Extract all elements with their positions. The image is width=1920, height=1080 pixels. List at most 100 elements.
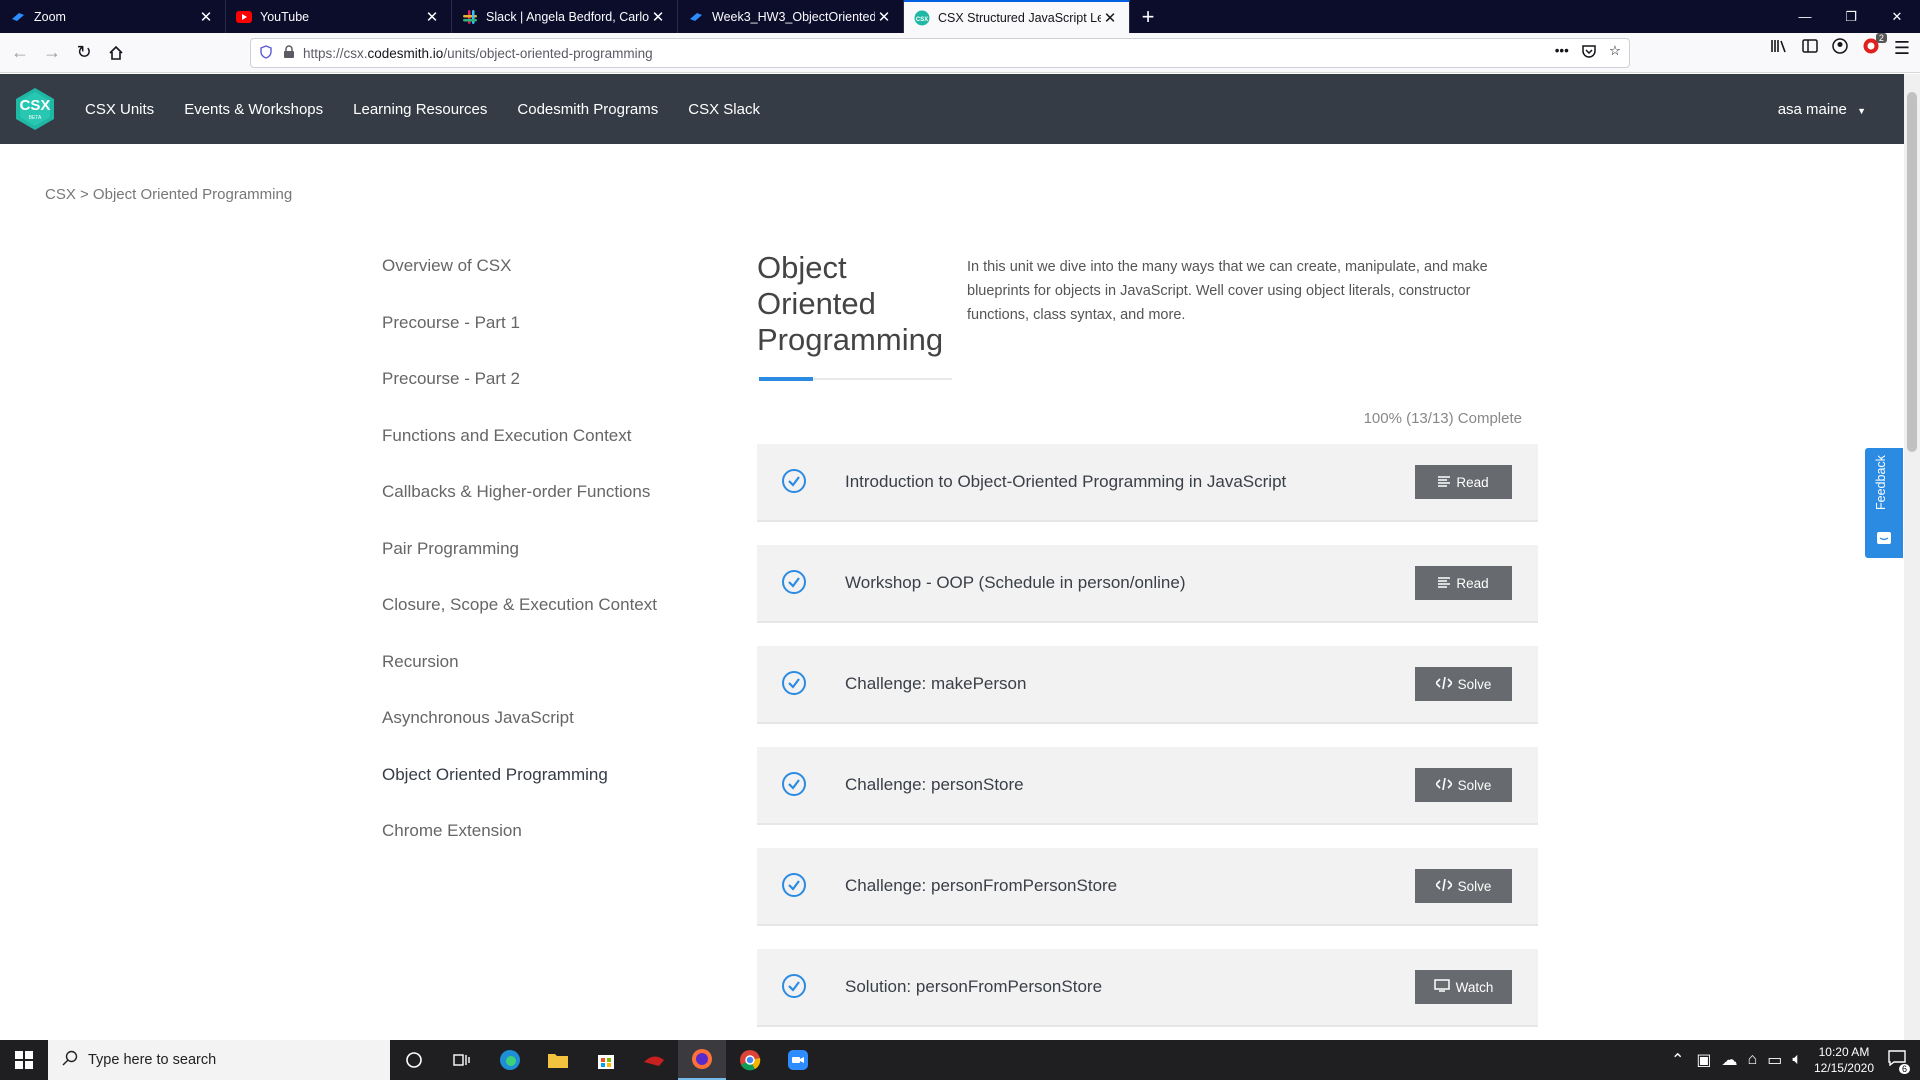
lesson-item[interactable]: Challenge: personStore Solve (757, 747, 1538, 825)
lesson-name[interactable]: Challenge: makePerson (845, 674, 1026, 694)
check-circle-icon (781, 670, 807, 696)
scrollbar-thumb[interactable] (1907, 92, 1917, 452)
youtube-favicon-icon (236, 9, 252, 25)
sidebar-item-functions[interactable]: Functions and Execution Context (382, 423, 712, 480)
sidebar-item-precourse-2[interactable]: Precourse - Part 2 (382, 366, 712, 423)
lesson-item[interactable]: Solution: personFromPersonStore Watch (757, 949, 1538, 1027)
sidebar-item-async[interactable]: Asynchronous JavaScript (382, 705, 712, 762)
browser-tab-slack[interactable]: Slack | Angela Bedford, Carlos / ✕ (452, 0, 678, 33)
watch-button[interactable]: Watch (1415, 970, 1512, 1004)
unit-title: Object Oriented Programming (757, 250, 944, 357)
onedrive-icon[interactable]: ☁ (1722, 1050, 1738, 1070)
firefox-icon[interactable] (678, 1040, 726, 1080)
text-lines-icon (1438, 576, 1451, 591)
nav-csx-units[interactable]: CSX Units (85, 101, 154, 118)
close-icon[interactable]: ✕ (197, 8, 215, 26)
site-nav: CSX Units Events & Workshops Learning Re… (85, 101, 790, 118)
taskbar-clock[interactable]: 10:20 AM 12/15/2020 (1814, 1044, 1874, 1076)
back-icon[interactable]: ← (4, 37, 36, 69)
file-explorer-icon[interactable] (534, 1040, 582, 1080)
more-actions-icon[interactable]: ••• (1555, 43, 1569, 62)
lesson-item[interactable]: Workshop - OOP (Schedule in person/onlin… (757, 545, 1538, 623)
browser-tab-youtube[interactable]: YouTube ✕ (226, 0, 452, 33)
tab-label: Zoom (34, 9, 66, 24)
solve-button[interactable]: Solve (1415, 667, 1512, 701)
account-icon[interactable] (1832, 38, 1848, 59)
sidebar-item-chrome-extension[interactable]: Chrome Extension (382, 818, 712, 875)
button-label: Solve (1457, 777, 1492, 793)
nav-codesmith-programs[interactable]: Codesmith Programs (517, 101, 658, 118)
nav-events-workshops[interactable]: Events & Workshops (184, 101, 323, 118)
meet-now-icon[interactable]: ▣ (1696, 1050, 1711, 1070)
button-label: Read (1456, 474, 1489, 490)
pocket-icon[interactable] (1581, 43, 1597, 62)
page-scrollbar[interactable] (1904, 74, 1920, 1040)
browser-tab-csx[interactable]: CSX CSX Structured JavaScript Learn ✕ (904, 0, 1130, 33)
reload-icon[interactable]: ↻ (68, 37, 100, 69)
sidebar-item-pair-programming[interactable]: Pair Programming (382, 536, 712, 593)
library-icon[interactable] (1770, 38, 1788, 59)
browser-tab-week3[interactable]: Week3_HW3_ObjectOrientedPr ✕ (678, 0, 904, 33)
edge-icon[interactable] (486, 1040, 534, 1080)
lesson-name[interactable]: Workshop - OOP (Schedule in person/onlin… (845, 573, 1186, 593)
sidebar-item-oop[interactable]: Object Oriented Programming (382, 762, 712, 819)
task-view-icon[interactable] (438, 1040, 486, 1080)
network-icon[interactable]: ⌂ (1748, 1051, 1758, 1069)
store-icon[interactable] (582, 1040, 630, 1080)
solve-button[interactable]: Solve (1415, 768, 1512, 802)
csx-logo[interactable]: CSX BETA (13, 87, 57, 131)
volume-icon[interactable]: 🔈︎ (1792, 1051, 1802, 1069)
close-icon[interactable]: ✕ (875, 8, 893, 26)
sidebar-item-closure[interactable]: Closure, Scope & Execution Context (382, 592, 712, 649)
home-icon[interactable] (100, 37, 132, 69)
bookmark-star-icon[interactable]: ☆ (1609, 43, 1621, 62)
forward-icon[interactable]: → (36, 37, 68, 69)
menu-icon[interactable]: ☰ (1894, 38, 1910, 59)
nav-csx-slack[interactable]: CSX Slack (688, 101, 760, 118)
read-button[interactable]: Read (1415, 566, 1512, 600)
lesson-item[interactable]: Introduction to Object-Oriented Programm… (757, 444, 1538, 522)
chevron-up-icon[interactable]: ⌃ (1671, 1050, 1684, 1070)
chrome-icon[interactable] (726, 1040, 774, 1080)
sidebar-item-precourse-1[interactable]: Precourse - Part 1 (382, 310, 712, 367)
lock-icon[interactable] (283, 44, 295, 62)
display-icon[interactable]: ▭ (1767, 1050, 1782, 1070)
lesson-name[interactable]: Challenge: personStore (845, 775, 1024, 795)
feedback-tab[interactable]: Feedback (1865, 448, 1903, 558)
url-path: /units/object-oriented-programming (443, 45, 653, 61)
sidebar-icon[interactable] (1802, 39, 1818, 58)
notification-center-icon[interactable]: 6 (1888, 1049, 1910, 1074)
zoom-app-icon[interactable] (774, 1040, 822, 1080)
url-domain: codesmith.io (367, 45, 444, 61)
app-icon[interactable] (630, 1040, 678, 1080)
solve-button[interactable]: Solve (1415, 869, 1512, 903)
taskbar-search[interactable]: Type here to search (48, 1040, 390, 1080)
close-icon[interactable]: ✕ (423, 8, 441, 26)
close-window-icon[interactable]: ✕ (1874, 0, 1920, 33)
cortana-icon[interactable] (390, 1040, 438, 1080)
minimize-icon[interactable]: — (1782, 0, 1828, 33)
lesson-name[interactable]: Challenge: personFromPersonStore (845, 876, 1117, 896)
lesson-item[interactable]: Challenge: personFromPersonStore Solve (757, 848, 1538, 926)
nav-learning-resources[interactable]: Learning Resources (353, 101, 487, 118)
lesson-name[interactable]: Solution: personFromPersonStore (845, 977, 1102, 997)
csx-favicon-icon: CSX (914, 10, 930, 26)
shield-icon[interactable] (259, 44, 273, 62)
close-icon[interactable]: ✕ (649, 8, 667, 26)
lesson-name[interactable]: Introduction to Object-Oriented Programm… (845, 472, 1286, 492)
extension-icon[interactable]: 2 (1862, 33, 1887, 60)
windows-start-icon[interactable] (0, 1040, 48, 1080)
read-button[interactable]: Read (1415, 465, 1512, 499)
new-tab-button[interactable]: + (1130, 0, 1166, 33)
sidebar-item-overview[interactable]: Overview of CSX (382, 253, 712, 310)
browser-tab-zoom[interactable]: Zoom ✕ (0, 0, 226, 33)
address-bar[interactable]: https://csx. codesmith.io/units/object-or… (250, 38, 1630, 68)
restore-icon[interactable]: ❐ (1828, 0, 1874, 33)
lesson-item[interactable]: Challenge: makePerson Solve (757, 646, 1538, 724)
sidebar-item-recursion[interactable]: Recursion (382, 649, 712, 706)
sidebar-item-callbacks[interactable]: Callbacks & Higher-order Functions (382, 479, 712, 536)
title-accent-bar (759, 377, 813, 381)
close-icon[interactable]: ✕ (1101, 9, 1119, 27)
tab-label: Slack | Angela Bedford, Carlos / (486, 9, 649, 24)
user-menu[interactable]: asa maine ▼ (1778, 101, 1866, 118)
